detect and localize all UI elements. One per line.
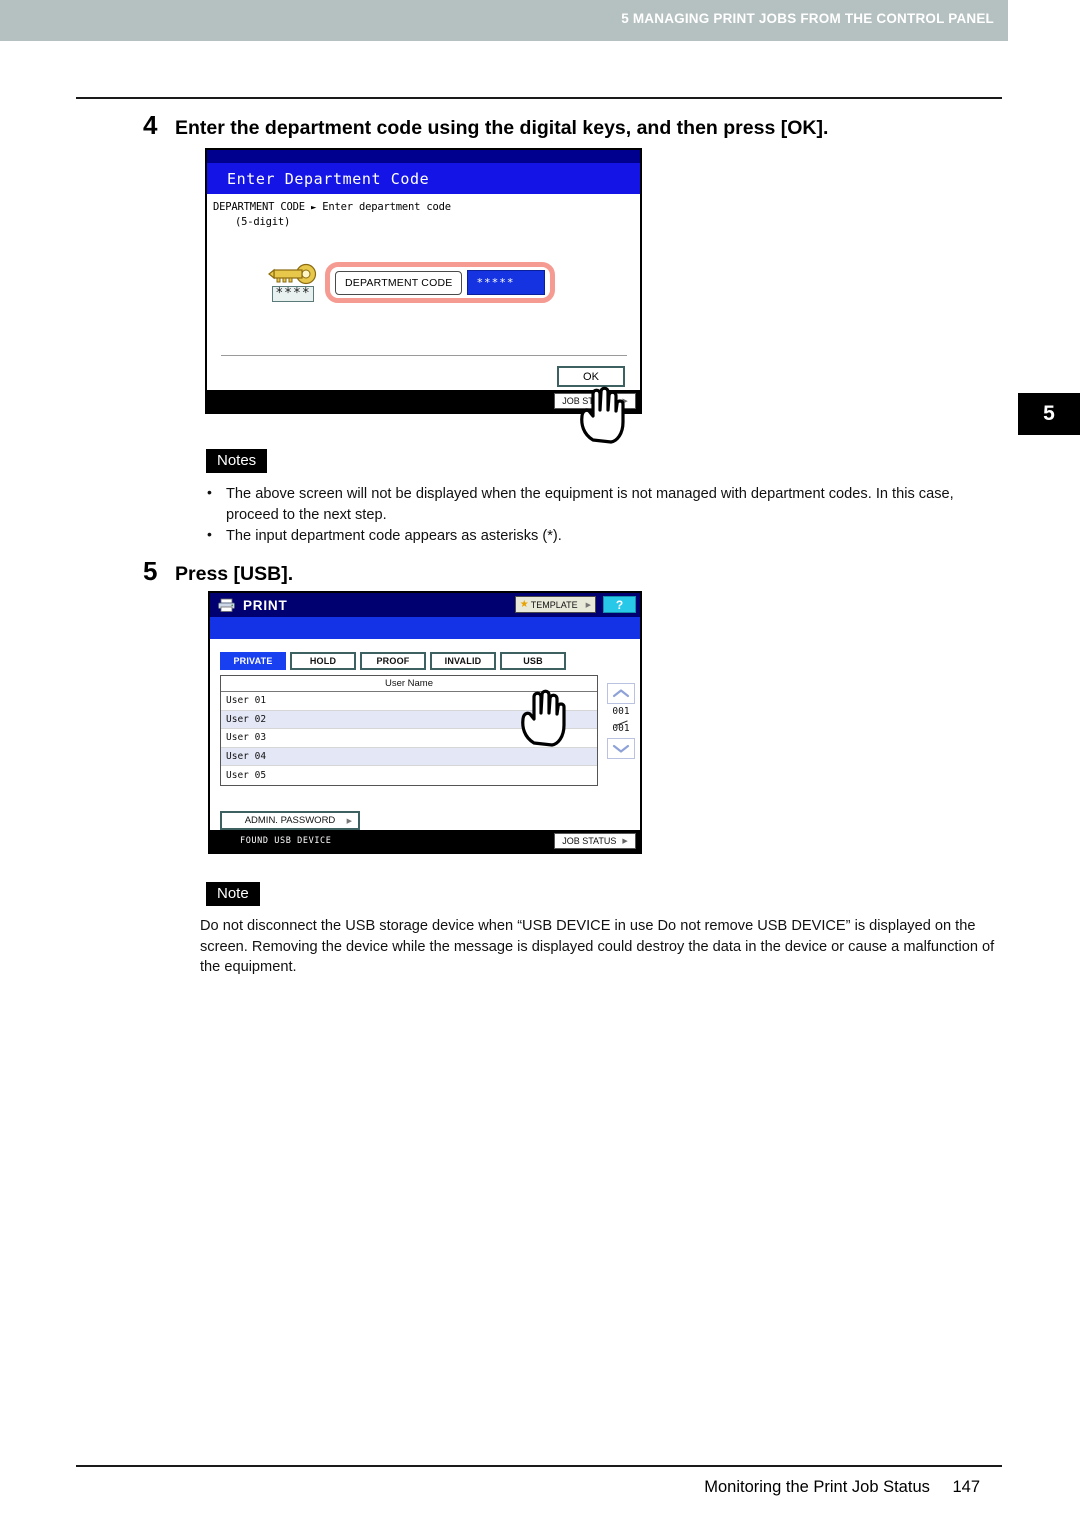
admin-password-arrow-icon: ▶	[346, 817, 352, 825]
job-status-button[interactable]: JOB STATUS ▶	[554, 393, 636, 409]
tab-proof[interactable]: PROOF	[360, 652, 426, 670]
chevron-up-icon	[612, 689, 630, 698]
table-row[interactable]: User 03	[221, 729, 597, 748]
print-tab-row: PRIVATE HOLD PROOF INVALID USB	[220, 652, 566, 670]
panel-horizontal-rule	[221, 355, 627, 356]
scroll-controls: 001 001	[606, 683, 636, 759]
job-status-label: JOB STATUS	[562, 836, 617, 846]
department-code-entry-row: **** DEPARTMENT CODE *****	[267, 262, 556, 303]
user-name-column-header: User Name	[221, 676, 597, 692]
template-button[interactable]: ★ TEMPLATE ▶	[514, 596, 596, 613]
scroll-up-button[interactable]	[607, 683, 635, 704]
print-panel: PRINT ★ TEMPLATE ▶ ? PRIVATE HOLD PROOF …	[208, 591, 642, 854]
page-indicator: 001 001	[606, 706, 636, 735]
step-4-heading: 4 Enter the department code using the di…	[143, 112, 828, 139]
notes-tag: Notes	[206, 449, 268, 473]
job-status-arrow-icon: ▶	[622, 398, 628, 405]
note-tag: Note	[206, 882, 260, 906]
tab-usb[interactable]: USB	[500, 652, 566, 670]
message-digit-hint: (5-digit)	[235, 216, 291, 229]
panel-title-top-strip	[207, 150, 640, 163]
key-icon	[268, 264, 317, 285]
usb-status-message: FOUND USB DEVICE	[240, 836, 332, 846]
tab-invalid[interactable]: INVALID	[430, 652, 496, 670]
print-body: PRIVATE HOLD PROOF INVALID USB User Name…	[210, 639, 640, 834]
user-list-table: User Name User 01 User 02 User 03 User 0…	[220, 675, 598, 786]
step-5-number: 5	[143, 556, 158, 586]
print-status-bar: FOUND USB DEVICE JOB STATUS ▶	[210, 830, 640, 852]
department-code-input[interactable]: *****	[467, 270, 546, 295]
notes-list-item: The above screen will not be displayed w…	[200, 483, 1000, 525]
key-asterisks-label: ****	[272, 286, 314, 302]
chevron-down-icon	[612, 744, 630, 753]
panel-message-area: DEPARTMENT CODE ► Enter department code …	[207, 194, 640, 230]
message-label: DEPARTMENT CODE	[213, 201, 305, 213]
print-title-text: PRINT	[243, 597, 288, 613]
tab-private[interactable]: PRIVATE	[220, 652, 286, 670]
step-4-title: Enter the department code using the digi…	[175, 117, 829, 139]
step-5-title: Press [USB].	[175, 563, 294, 585]
page-footer: Monitoring the Print Job Status 147	[0, 1478, 1008, 1497]
star-icon: ★	[519, 599, 529, 610]
notes-body: The above screen will not be displayed w…	[200, 483, 1000, 548]
notes-list-item: The input department code appears as ast…	[200, 525, 1000, 547]
step-4-number: 4	[143, 110, 158, 140]
admin-password-label: ADMIN. PASSWORD	[244, 815, 336, 826]
ok-button[interactable]: OK	[557, 366, 625, 387]
print-title-bar: PRINT ★ TEMPLATE ▶ ?	[210, 593, 640, 617]
job-status-arrow-icon: ▶	[622, 838, 628, 845]
template-label: TEMPLATE	[530, 599, 578, 610]
footer-page-number: 147	[952, 1478, 980, 1496]
page-current: 001	[612, 706, 630, 717]
running-header-text: 5 MANAGING PRINT JOBS FROM THE CONTROL P…	[621, 11, 994, 26]
footer-section-title: Monitoring the Print Job Status	[704, 1478, 930, 1496]
top-divider-rule	[76, 97, 1002, 99]
key-icon-group: ****	[267, 263, 319, 302]
scroll-down-button[interactable]	[607, 737, 635, 759]
table-row[interactable]: User 02	[221, 710, 597, 729]
panel-title-text: Enter Department Code	[227, 169, 430, 188]
department-code-highlight-box: DEPARTMENT CODE *****	[325, 262, 556, 303]
template-arrow-icon: ▶	[585, 601, 591, 609]
enter-department-code-panel: Enter Department Code DEPARTMENT CODE ► …	[205, 148, 642, 444]
print-blue-band	[210, 617, 640, 639]
chapter-tab-marker: 5	[1018, 393, 1080, 435]
admin-password-button[interactable]: ADMIN. PASSWORD ▶	[220, 811, 360, 830]
table-row[interactable]: User 04	[221, 747, 597, 766]
bottom-divider-rule	[76, 1465, 1002, 1467]
tab-hold[interactable]: HOLD	[290, 652, 356, 670]
department-code-label-button[interactable]: DEPARTMENT CODE	[335, 270, 463, 295]
step-5-heading: 5 Press [USB].	[143, 558, 293, 585]
notes-list: The above screen will not be displayed w…	[200, 483, 1000, 547]
message-instruction: Enter department code	[322, 201, 451, 213]
panel-status-bar: JOB STATUS ▶	[207, 390, 640, 412]
help-button[interactable]: ?	[603, 596, 636, 613]
table-row[interactable]: User 01	[221, 692, 597, 711]
table-row[interactable]: User 05	[221, 766, 597, 785]
note-body: Do not disconnect the USB storage device…	[200, 918, 995, 976]
job-status-label: JOB STATUS	[562, 396, 617, 406]
page-separator-icon	[606, 718, 636, 724]
job-status-button[interactable]: JOB STATUS ▶	[554, 833, 636, 849]
running-header-band: 5 MANAGING PRINT JOBS FROM THE CONTROL P…	[0, 0, 1008, 41]
printer-icon	[218, 598, 235, 612]
panel-title-bar: Enter Department Code	[207, 163, 640, 194]
message-arrow-icon: ►	[310, 203, 317, 213]
